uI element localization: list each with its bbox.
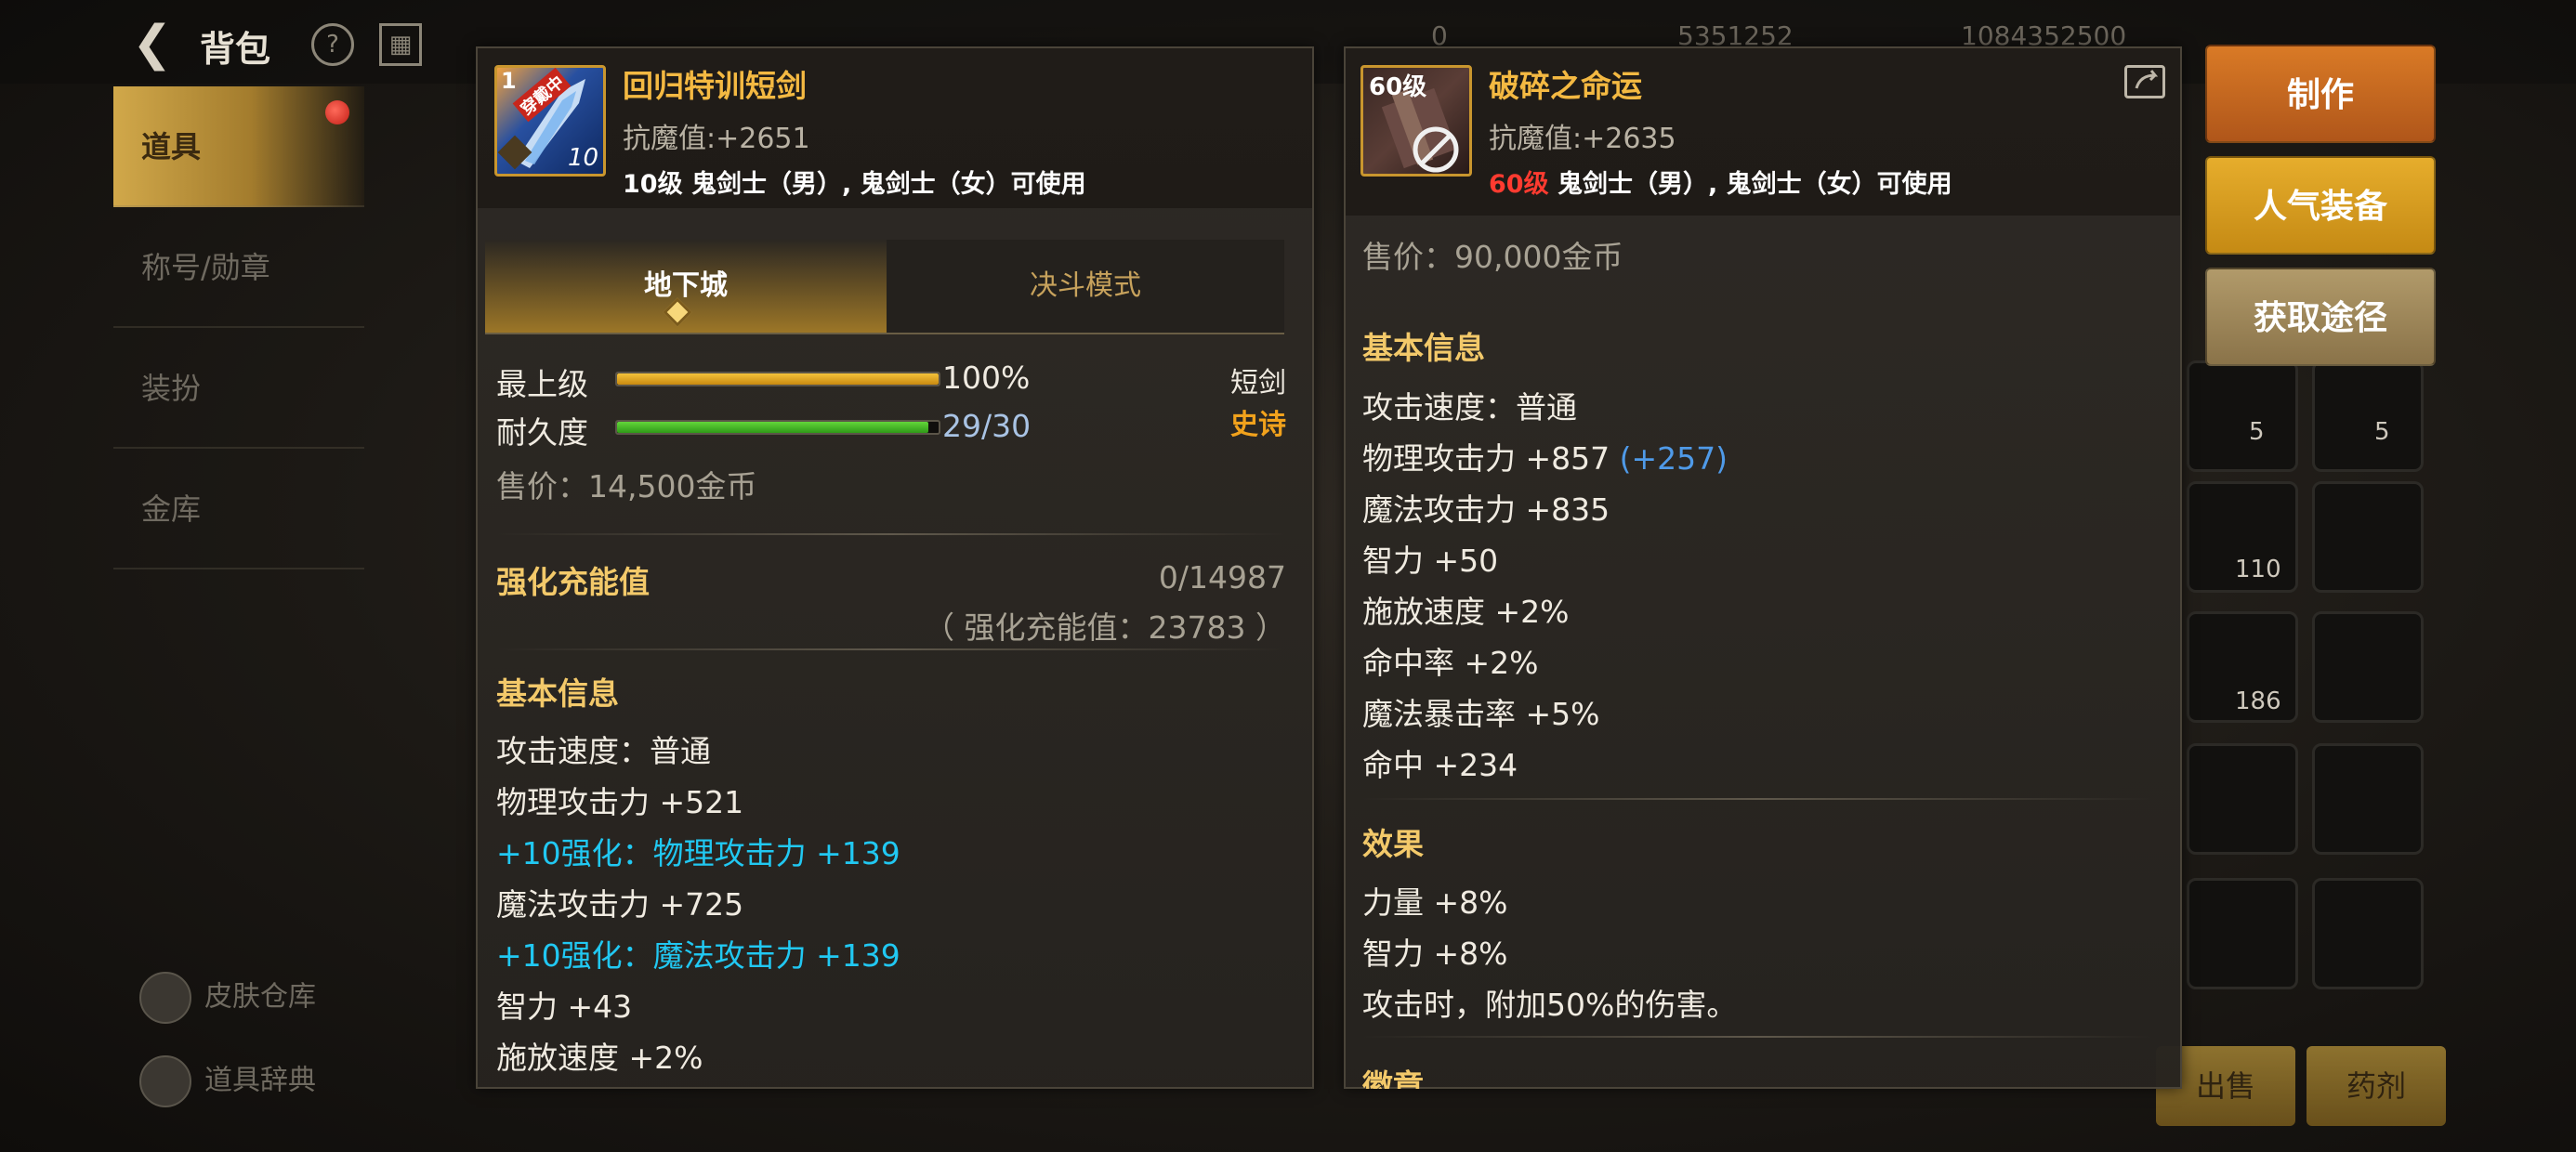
stat-line: 施放速度 +2% xyxy=(496,1040,703,1076)
stat-line: 智力 +50 xyxy=(1362,543,1499,579)
skin-storage-icon xyxy=(139,972,191,1024)
potion-button[interactable]: 药剂 xyxy=(2307,1046,2446,1126)
craft-button[interactable]: 制作 xyxy=(2205,45,2436,143)
charge-title: 强化充能值 xyxy=(496,564,650,600)
rarity-label: 史诗 xyxy=(1230,409,1286,441)
tab-pvp[interactable]: 决斗模式 xyxy=(887,240,1284,333)
grade-value: 100% xyxy=(942,360,1031,396)
back-arrow-icon[interactable]: ❮ xyxy=(132,17,186,71)
inventory-slot[interactable] xyxy=(2312,743,2424,855)
sidebar-item-vault[interactable]: 金库 xyxy=(113,449,364,569)
resist-line: 抗魔值:+2651 xyxy=(623,123,810,155)
stat-line: 魔法攻击力 +725 xyxy=(496,886,744,923)
effect-line: 智力 +8% xyxy=(1362,936,1508,972)
grid-icon[interactable]: ▦ xyxy=(379,23,422,66)
enhance-stat-line: +10强化：物理攻击力 +139 xyxy=(496,835,900,871)
tab-dungeon[interactable]: 地下城 xyxy=(485,240,887,333)
charge-value: 0/14987 xyxy=(1158,559,1286,596)
equipped-item-tooltip: 1 穿戴中 10 回归特训短剑 抗魔值:+2651 10级 鬼剑士（男）, 鬼剑… xyxy=(476,46,1314,1089)
page-title: 背包 xyxy=(200,29,271,70)
durability-bar xyxy=(615,420,940,435)
slot-count: 5 xyxy=(2374,418,2390,446)
compare-item-tooltip: 60级 破碎之命运 抗魔值:+2635 60级 鬼剑士（男）, 鬼剑士（女）可使… xyxy=(1344,46,2182,1089)
icon-plus-level: 10 xyxy=(568,144,599,172)
durability-bar-fill xyxy=(617,422,928,433)
tab-underline xyxy=(485,333,1284,334)
sidebar-item-avatar[interactable]: 装扮 xyxy=(113,328,364,449)
grade-bar-fill xyxy=(617,373,939,385)
stat-line: 攻击速度：普通 xyxy=(496,733,711,769)
stat-line: 命中 +234 xyxy=(1362,747,1518,783)
broken-fate-icon: 60级 xyxy=(1360,65,1472,177)
inventory-slot[interactable] xyxy=(2187,878,2298,989)
inventory-slot[interactable] xyxy=(2312,360,2424,472)
durability-label: 耐久度 xyxy=(496,414,588,451)
inventory-slot[interactable] xyxy=(2187,743,2298,855)
skin-storage-button[interactable]: 皮肤仓库 xyxy=(139,972,316,1024)
divider xyxy=(1362,798,2152,800)
stat-line: 魔法暴击率 +5% xyxy=(1362,696,1600,732)
short-sword-icon: 1 穿戴中 10 xyxy=(494,65,606,177)
obtain-source-button[interactable]: 获取途径 xyxy=(2205,268,2436,366)
basic-info-title: 基本信息 xyxy=(496,675,619,712)
item-dictionary-icon xyxy=(139,1055,191,1107)
share-icon[interactable] xyxy=(2124,65,2165,98)
usable-class: 60级 鬼剑士（男）, 鬼剑士（女）可使用 xyxy=(1489,170,1952,199)
grade-bar xyxy=(615,372,940,386)
stat-line: 魔法攻击力 +835 xyxy=(1362,491,1610,528)
inventory-slot[interactable] xyxy=(2312,878,2424,989)
help-icon[interactable]: ? xyxy=(311,23,354,66)
icon-level: 1 xyxy=(501,68,517,94)
weapon-type: 短剑 xyxy=(1230,367,1286,399)
effect-line: 力量 +8% xyxy=(1362,884,1508,921)
slot-count: 110 xyxy=(2235,556,2281,583)
stat-line: 智力 +43 xyxy=(496,988,633,1025)
stat-line: 物理攻击力 +521 xyxy=(496,784,744,820)
stat-bonus: (+257) xyxy=(1619,440,1728,477)
stat-line: 施放速度 +2% xyxy=(1362,594,1570,630)
inventory-slot[interactable] xyxy=(2312,481,2424,593)
divider xyxy=(496,533,1286,535)
notification-dot xyxy=(325,100,349,124)
stat-line: 攻击速度：普通 xyxy=(1362,389,1577,425)
resist-line: 抗魔值:+2635 xyxy=(1489,123,1676,155)
grade-label: 最上级 xyxy=(496,366,588,402)
charge-sub: （ 强化充能值：23783 ） xyxy=(924,609,1286,646)
effect-line: 攻击时，附加50%的伤害。 xyxy=(1362,987,1738,1023)
inventory-slot[interactable] xyxy=(2187,360,2298,472)
sidebar-item-titles[interactable]: 称号/勋章 xyxy=(113,207,364,328)
item-name: 回归特训短剑 xyxy=(623,68,807,104)
slot-count: 186 xyxy=(2235,687,2281,715)
sell-price: 售价：90,000金币 xyxy=(1362,239,1623,275)
sell-price: 售价：14,500金币 xyxy=(496,468,757,504)
inventory-slot[interactable] xyxy=(2312,611,2424,723)
divider xyxy=(496,648,1286,650)
popular-equipment-button[interactable]: 人气装备 xyxy=(2205,156,2436,255)
sidebar: 道具 称号/勋章 装扮 金库 xyxy=(113,86,364,588)
item-dictionary-button[interactable]: 道具辞典 xyxy=(139,1055,316,1107)
slot-count: 5 xyxy=(2249,418,2265,446)
usable-class: 10级 鬼剑士（男）, 鬼剑士（女）可使用 xyxy=(623,170,1086,199)
basic-info-title: 基本信息 xyxy=(1362,330,1485,366)
effect-title: 效果 xyxy=(1362,826,1424,862)
enhance-stat-line: +10强化：魔法攻击力 +139 xyxy=(496,937,900,974)
stat-line: 物理攻击力 +857 (+257) xyxy=(1362,440,1728,477)
durability-value: 29/30 xyxy=(942,408,1032,444)
divider xyxy=(1362,1036,2152,1038)
stat-line: 命中率 +2% xyxy=(1362,645,1539,681)
badge-title: 徽章 xyxy=(1362,1067,1424,1089)
item-name: 破碎之命运 xyxy=(1489,68,1642,104)
icon-level: 60级 xyxy=(1369,73,1427,101)
